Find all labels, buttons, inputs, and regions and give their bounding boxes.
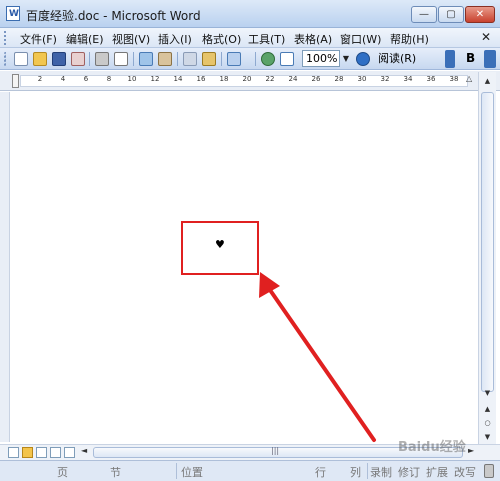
arrow-head — [259, 272, 280, 298]
scroll-left-icon[interactable]: ◄ — [81, 446, 87, 455]
status-divider — [367, 463, 368, 479]
vertical-scroll-thumb[interactable] — [481, 92, 494, 392]
previous-page-icon[interactable]: ▲ — [480, 402, 495, 416]
vertical-scrollbar[interactable]: ▲ ▼ ▲ ○ ▼ — [478, 72, 496, 444]
scroll-grip-icon: ||| — [271, 446, 280, 455]
overwrite-indicator[interactable]: 改写 — [454, 464, 476, 480]
scroll-right-icon[interactable]: ► — [468, 446, 474, 455]
annotation-arrow — [259, 272, 376, 442]
select-browse-object-icon[interactable]: ○ — [480, 416, 495, 430]
scroll-up-icon[interactable]: ▲ — [480, 74, 495, 88]
reading-layout-view-icon[interactable] — [64, 447, 75, 458]
status-section: 节 — [110, 466, 121, 479]
next-page-icon[interactable]: ▼ — [480, 430, 495, 444]
status-position: 位置 — [181, 466, 203, 479]
status-bar: 页 节 位置 行 列 录制 修订 扩展 改写 — [0, 460, 500, 481]
status-divider — [176, 463, 177, 479]
extend-indicator[interactable]: 扩展 — [426, 464, 448, 480]
status-page: 页 — [57, 466, 68, 479]
outline-view-icon[interactable] — [50, 447, 61, 458]
revision-indicator[interactable]: 修订 — [398, 464, 420, 480]
print-layout-view-icon[interactable] — [36, 447, 47, 458]
record-indicator[interactable]: 录制 — [370, 464, 392, 480]
scroll-down-icon[interactable]: ▼ — [480, 386, 495, 400]
web-layout-view-icon[interactable] — [22, 447, 33, 458]
status-column: 列 — [350, 466, 361, 479]
baidu-watermark: Baidu经验 — [398, 440, 466, 455]
status-line: 行 — [315, 466, 326, 479]
normal-view-icon[interactable] — [8, 447, 19, 458]
book-icon[interactable] — [484, 464, 494, 478]
arrow-shaft — [268, 288, 376, 442]
